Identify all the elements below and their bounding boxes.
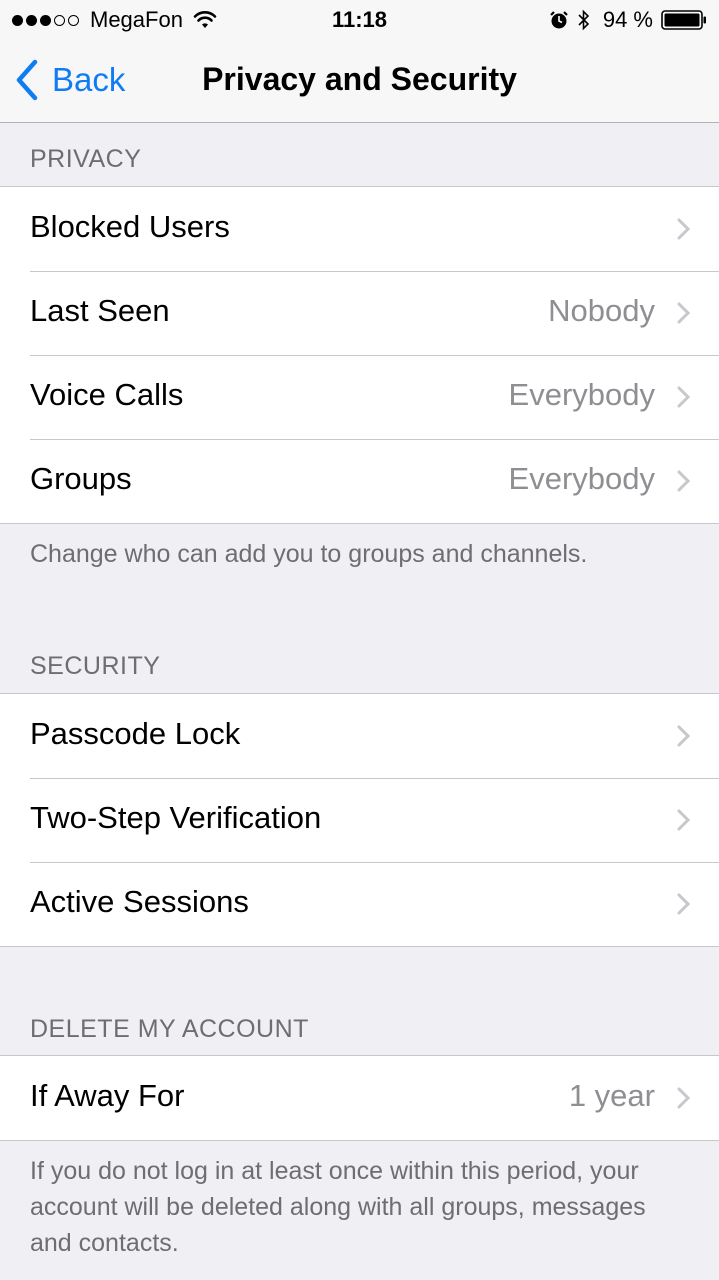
row-value: 1 year (568, 1078, 655, 1113)
battery-icon (661, 10, 706, 30)
row-label: Voice Calls (30, 377, 184, 412)
section-header-privacy: PRIVACY (30, 145, 142, 173)
chevron-right-icon (677, 725, 691, 747)
navigation-bar: Back Privacy and Security (0, 40, 719, 123)
chevron-right-icon (677, 809, 691, 831)
section-header-delete-account: DELETE MY ACCOUNT (30, 1015, 309, 1043)
row-passcode-lock[interactable]: Passcode Lock (0, 694, 719, 778)
row-label: Passcode Lock (30, 716, 241, 751)
bluetooth-icon (578, 9, 589, 31)
row-label: Two-Step Verification (30, 800, 322, 835)
privacy-group: Blocked Users Last Seen Nobody Voice Cal… (0, 186, 719, 524)
row-if-away-for[interactable]: If Away For 1 year (0, 1056, 719, 1140)
row-label: Blocked Users (30, 209, 230, 244)
chevron-right-icon (677, 386, 691, 408)
security-group: Passcode Lock Two-Step Verification Acti… (0, 693, 719, 947)
chevron-right-icon (677, 470, 691, 492)
page-title: Privacy and Security (202, 61, 517, 97)
delete-account-footer: If you do not log in at least once withi… (30, 1157, 646, 1257)
row-value: Everybody (508, 461, 655, 496)
row-groups[interactable]: Groups Everybody (0, 439, 719, 523)
row-voice-calls[interactable]: Voice Calls Everybody (0, 355, 719, 439)
chevron-right-icon (677, 1087, 691, 1109)
status-right: 94 % (549, 7, 707, 33)
privacy-footer: Change who can add you to groups and cha… (30, 540, 588, 568)
row-value: Everybody (508, 377, 655, 412)
delete-account-group: If Away For 1 year (0, 1055, 719, 1141)
row-last-seen[interactable]: Last Seen Nobody (0, 271, 719, 355)
chevron-right-icon (677, 302, 691, 324)
row-label: If Away For (30, 1078, 185, 1113)
row-blocked-users[interactable]: Blocked Users (0, 187, 719, 271)
row-label: Groups (30, 461, 132, 496)
battery-percent: 94 % (602, 7, 653, 32)
chevron-right-icon (677, 893, 691, 915)
row-active-sessions[interactable]: Active Sessions (0, 862, 719, 946)
chevron-right-icon (677, 218, 691, 240)
row-two-step-verification[interactable]: Two-Step Verification (0, 778, 719, 862)
row-label: Active Sessions (30, 884, 249, 919)
alarm-icon (550, 11, 568, 29)
row-value: Nobody (548, 293, 655, 328)
status-bar: MegaFon 11:18 94 % (0, 0, 719, 40)
row-label: Last Seen (30, 293, 170, 328)
section-header-security: SECURITY (30, 652, 161, 680)
